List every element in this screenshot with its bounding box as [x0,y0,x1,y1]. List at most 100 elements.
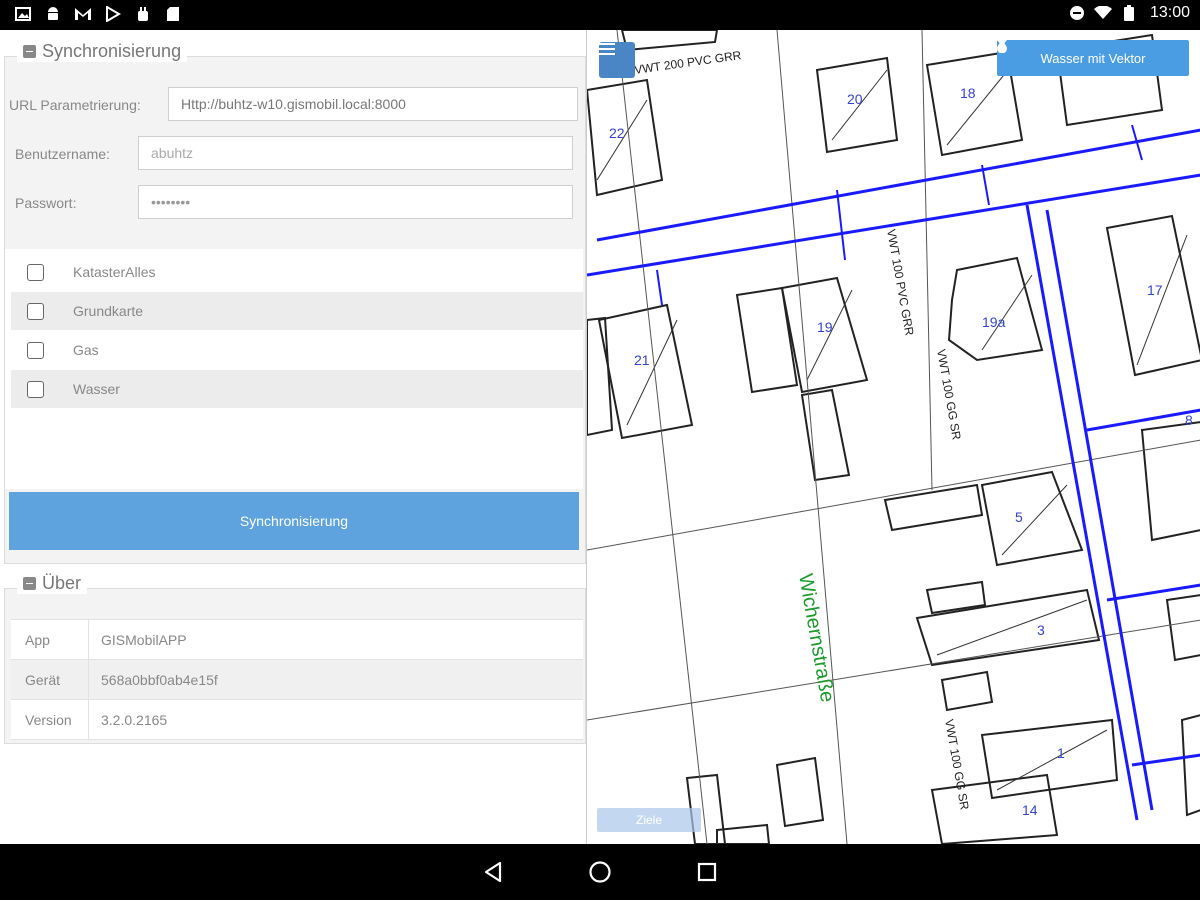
checkbox-wasser[interactable] [27,380,44,398]
collapse-icon[interactable] [23,577,36,590]
layer-row-grundkarte[interactable]: Grundkarte [11,292,583,330]
username-label: Benutzername: [15,146,110,162]
password-input[interactable]: •••••••• [138,185,573,219]
navigation-bar [0,844,1200,900]
pipe-label: VWT 200 PVC GRR [633,48,742,77]
street-edge [921,30,933,491]
row-key: Version [11,700,89,739]
map-canvas[interactable]: Wichernstraße VWT 200 PVC GRR VWT 100 PV… [587,30,1200,844]
parcel-outline [587,316,614,437]
service-line [656,269,663,306]
hatch-line [1136,234,1188,366]
about-legend-title: Über [42,573,82,593]
sync-button[interactable]: Synchronisierung [9,492,579,550]
pipe-label: VWT 100 GG SR [934,348,964,441]
checkbox-gas[interactable] [27,341,44,359]
system-icons: 13:00 [1068,4,1190,22]
menu-button[interactable] [599,42,635,78]
layer-label: Grundkarte [73,303,144,319]
street-edge [587,439,1200,551]
collapse-icon[interactable] [23,45,36,58]
status-bar: 13:00 [0,0,1200,30]
parcel-outline [980,470,1084,567]
pipe-label: VWT 100 GG SR [942,718,972,811]
sync-legend[interactable]: Synchronisierung [17,41,188,62]
pipe-label: VWT 100 PVC GRR [884,228,917,337]
parcel-number: 22 [609,125,625,141]
map-view[interactable]: Wichernstraße VWT 200 PVC GRR VWT 100 PV… [586,30,1200,844]
row-value: 568a0bbf0ab4e15f [101,671,218,688]
parcel-number: 20 [847,91,863,107]
layer-dropdown[interactable]: Wasser mit Vektor [997,40,1189,76]
hatch-line [806,289,853,381]
layer-row-katasteralles[interactable]: KatasterAlles [11,253,583,291]
about-fieldset: Über App GISMobilAPP Gerät 568a0bbf0ab4e… [4,573,586,744]
row-key: Gerät [11,660,89,699]
sd-card-icon [164,5,182,23]
battery-icon [1120,4,1138,22]
layer-row-wasser[interactable]: Wasser [11,370,583,408]
parcel-outline [915,588,1101,667]
water-pipe [1045,209,1154,811]
parcel-outline [597,303,694,440]
notification-icons [14,5,182,23]
parcel-outline [883,483,984,532]
hatch-line [981,274,1033,351]
parcel-number: 19 [817,319,833,335]
url-label: URL Parametrierung: [9,97,141,113]
parcel-outline [1165,594,1200,662]
recents-icon[interactable] [697,862,717,887]
play-store-icon [104,5,122,23]
parcel-number: 5 [1015,509,1023,525]
parcel-number: 1 [1057,745,1065,761]
parcel-outline [1140,421,1200,542]
parcel-outline [1180,714,1200,817]
url-input[interactable]: Http://buhtz-w10.gismobil.local:8000 [168,87,578,121]
password-label: Passwort: [15,195,77,211]
layer-row-gas[interactable]: Gas [11,331,583,369]
parcel-outline [620,30,719,52]
wifi-icon [1093,4,1112,22]
sync-legend-title: Synchronisierung [42,41,182,61]
parcel-number: 21 [634,352,650,368]
hatch-line [626,319,678,426]
android-debug-icon [134,5,152,23]
android-icon [44,5,62,23]
ghost-button[interactable]: Ziele [597,808,701,832]
parcel-outline [940,670,994,712]
hatch-line [946,64,1013,146]
parcel-number: 19a [982,314,1006,330]
home-icon[interactable] [588,860,612,889]
row-value: 3.2.0.2165 [101,711,168,728]
table-row: Version 3.2.0.2165 [11,700,583,740]
water-pipe [1086,408,1200,432]
layer-dropdown-label: Wasser mit Vektor [1040,50,1146,66]
layer-label: KatasterAlles [73,264,156,280]
street-edge [776,30,848,844]
table-row: App GISMobilAPP [11,620,583,660]
street-edge [587,619,1200,721]
back-icon[interactable] [482,861,504,888]
parcel-number: 17 [1147,282,1163,298]
gmail-icon [74,5,92,23]
clock: 13:00 [1149,4,1190,21]
checkbox-grundkarte[interactable] [27,302,44,320]
parcel-number: 14 [1022,802,1038,818]
parcel-number: 18 [960,85,976,101]
row-value: GISMobilAPP [101,631,187,648]
table-row: Gerät 568a0bbf0ab4e15f [11,660,583,700]
settings-panel: Synchronisierung URL Parametrierung: Htt… [0,30,586,844]
parcel-outline [735,286,799,394]
layer-label: Gas [73,342,99,358]
parcel-outline [930,773,1059,844]
do-not-disturb-icon [1068,4,1086,22]
hamburger-icon [599,43,615,55]
checkbox-katasteralles[interactable] [27,263,44,281]
hatch-line [1001,484,1068,556]
parcel-outline [775,756,825,828]
about-legend[interactable]: Über [17,573,88,594]
parcel-number: 8 [1185,412,1193,428]
service-line [981,164,990,206]
street-name-label: Wichernstraße [794,572,838,704]
username-input[interactable]: abuhtz [138,136,573,170]
